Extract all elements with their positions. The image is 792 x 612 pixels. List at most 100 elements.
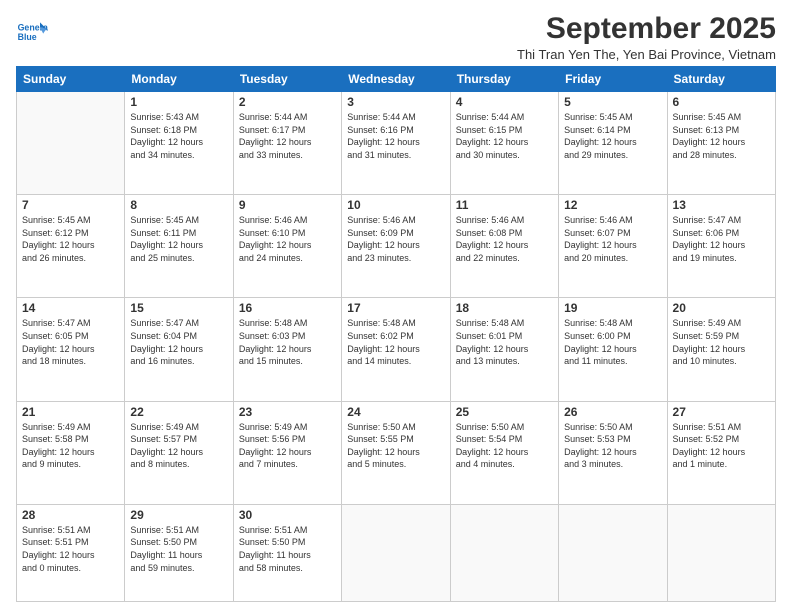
calendar-body: 1 Sunrise: 5:43 AM Sunset: 6:18 PM Daylig… xyxy=(17,92,776,602)
table-row: 19 Sunrise: 5:48 AM Sunset: 6:00 PM Dayli… xyxy=(559,298,667,401)
table-row: 13 Sunrise: 5:47 AM Sunset: 6:06 PM Dayli… xyxy=(667,195,775,298)
day-info: Sunrise: 5:49 AM Sunset: 5:57 PM Dayligh… xyxy=(130,421,227,471)
day-info: Sunrise: 5:51 AM Sunset: 5:51 PM Dayligh… xyxy=(22,524,119,574)
table-row: 8Sunrise: 5:45 AM Sunset: 6:11 PM Daylig… xyxy=(125,195,233,298)
day-info: Sunrise: 5:44 AM Sunset: 6:15 PM Dayligh… xyxy=(456,111,553,161)
table-row: 6 Sunrise: 5:45 AM Sunset: 6:13 PM Daylig… xyxy=(667,92,775,195)
table-row: 4 Sunrise: 5:44 AM Sunset: 6:15 PM Daylig… xyxy=(450,92,558,195)
col-monday: Monday xyxy=(125,67,233,92)
day-number: 19 xyxy=(564,301,661,315)
table-row: 9Sunrise: 5:46 AM Sunset: 6:10 PM Daylig… xyxy=(233,195,341,298)
location-subtitle: Thi Tran Yen The, Yen Bai Province, Viet… xyxy=(517,47,776,62)
table-row: 20 Sunrise: 5:49 AM Sunset: 5:59 PM Dayli… xyxy=(667,298,775,401)
header: General Blue September 2025 Thi Tran Yen… xyxy=(16,12,776,62)
day-number: 21 xyxy=(22,405,119,419)
day-info: Sunrise: 5:45 AM Sunset: 6:11 PM Dayligh… xyxy=(130,214,227,264)
day-info: Sunrise: 5:51 AM Sunset: 5:50 PM Dayligh… xyxy=(239,524,336,574)
table-row: 2Sunrise: 5:44 AM Sunset: 6:17 PM Daylig… xyxy=(233,92,341,195)
day-info: Sunrise: 5:51 AM Sunset: 5:50 PM Dayligh… xyxy=(130,524,227,574)
table-row: 12 Sunrise: 5:46 AM Sunset: 6:07 PM Dayli… xyxy=(559,195,667,298)
day-info: Sunrise: 5:51 AM Sunset: 5:52 PM Dayligh… xyxy=(673,421,770,471)
day-info: Sunrise: 5:43 AM Sunset: 6:18 PM Dayligh… xyxy=(130,111,227,161)
table-row xyxy=(559,504,667,601)
day-number: 12 xyxy=(564,198,661,212)
day-info: Sunrise: 5:48 AM Sunset: 6:02 PM Dayligh… xyxy=(347,317,444,367)
day-number: 7 xyxy=(22,198,119,212)
title-block: September 2025 Thi Tran Yen The, Yen Bai… xyxy=(517,12,776,62)
day-number: 13 xyxy=(673,198,770,212)
table-row: 17Sunrise: 5:48 AM Sunset: 6:02 PM Dayli… xyxy=(342,298,450,401)
table-row: 22 Sunrise: 5:49 AM Sunset: 5:57 PM Dayli… xyxy=(125,401,233,504)
col-wednesday: Wednesday xyxy=(342,67,450,92)
table-row: 21 Sunrise: 5:49 AM Sunset: 5:58 PM Dayli… xyxy=(17,401,125,504)
day-info: Sunrise: 5:47 AM Sunset: 6:06 PM Dayligh… xyxy=(673,214,770,264)
day-number: 1 xyxy=(130,95,227,109)
day-info: Sunrise: 5:45 AM Sunset: 6:13 PM Dayligh… xyxy=(673,111,770,161)
day-info: Sunrise: 5:47 AM Sunset: 6:05 PM Dayligh… xyxy=(22,317,119,367)
logo-icon: General Blue xyxy=(16,16,48,48)
col-saturday: Saturday xyxy=(667,67,775,92)
day-number: 30 xyxy=(239,508,336,522)
table-row xyxy=(667,504,775,601)
day-number: 25 xyxy=(456,405,553,419)
day-info: Sunrise: 5:49 AM Sunset: 5:56 PM Dayligh… xyxy=(239,421,336,471)
table-row: 26 Sunrise: 5:50 AM Sunset: 5:53 PM Dayli… xyxy=(559,401,667,504)
day-info: Sunrise: 5:48 AM Sunset: 6:00 PM Dayligh… xyxy=(564,317,661,367)
day-number: 27 xyxy=(673,405,770,419)
day-number: 4 xyxy=(456,95,553,109)
day-number: 18 xyxy=(456,301,553,315)
table-row: 7 Sunrise: 5:45 AM Sunset: 6:12 PM Daylig… xyxy=(17,195,125,298)
day-info: Sunrise: 5:48 AM Sunset: 6:01 PM Dayligh… xyxy=(456,317,553,367)
day-info: Sunrise: 5:47 AM Sunset: 6:04 PM Dayligh… xyxy=(130,317,227,367)
svg-text:Blue: Blue xyxy=(18,32,37,42)
day-info: Sunrise: 5:46 AM Sunset: 6:07 PM Dayligh… xyxy=(564,214,661,264)
table-row: 10 Sunrise: 5:46 AM Sunset: 6:09 PM Dayli… xyxy=(342,195,450,298)
day-info: Sunrise: 5:49 AM Sunset: 5:58 PM Dayligh… xyxy=(22,421,119,471)
table-row: 5Sunrise: 5:45 AM Sunset: 6:14 PM Daylig… xyxy=(559,92,667,195)
table-row xyxy=(17,92,125,195)
day-number: 6 xyxy=(673,95,770,109)
col-tuesday: Tuesday xyxy=(233,67,341,92)
table-row: 11Sunrise: 5:46 AM Sunset: 6:08 PM Dayli… xyxy=(450,195,558,298)
day-number: 22 xyxy=(130,405,227,419)
table-row: 27 Sunrise: 5:51 AM Sunset: 5:52 PM Dayli… xyxy=(667,401,775,504)
day-info: Sunrise: 5:50 AM Sunset: 5:54 PM Dayligh… xyxy=(456,421,553,471)
day-info: Sunrise: 5:46 AM Sunset: 6:10 PM Dayligh… xyxy=(239,214,336,264)
day-number: 15 xyxy=(130,301,227,315)
day-number: 29 xyxy=(130,508,227,522)
day-number: 16 xyxy=(239,301,336,315)
day-info: Sunrise: 5:49 AM Sunset: 5:59 PM Dayligh… xyxy=(673,317,770,367)
day-info: Sunrise: 5:44 AM Sunset: 6:17 PM Dayligh… xyxy=(239,111,336,161)
day-number: 14 xyxy=(22,301,119,315)
table-row: 16 Sunrise: 5:48 AM Sunset: 6:03 PM Dayli… xyxy=(233,298,341,401)
day-number: 24 xyxy=(347,405,444,419)
header-row: Sunday Monday Tuesday Wednesday Thursday… xyxy=(17,67,776,92)
calendar-table: Sunday Monday Tuesday Wednesday Thursday… xyxy=(16,66,776,602)
table-row: 18 Sunrise: 5:48 AM Sunset: 6:01 PM Dayli… xyxy=(450,298,558,401)
day-info: Sunrise: 5:50 AM Sunset: 5:53 PM Dayligh… xyxy=(564,421,661,471)
table-row: 23 Sunrise: 5:49 AM Sunset: 5:56 PM Dayli… xyxy=(233,401,341,504)
day-info: Sunrise: 5:46 AM Sunset: 6:08 PM Dayligh… xyxy=(456,214,553,264)
day-number: 10 xyxy=(347,198,444,212)
logo: General Blue xyxy=(16,16,48,48)
col-sunday: Sunday xyxy=(17,67,125,92)
day-number: 23 xyxy=(239,405,336,419)
table-row xyxy=(450,504,558,601)
day-number: 3 xyxy=(347,95,444,109)
table-row: 14 Sunrise: 5:47 AM Sunset: 6:05 PM Dayli… xyxy=(17,298,125,401)
day-number: 28 xyxy=(22,508,119,522)
table-row: 30 Sunrise: 5:51 AM Sunset: 5:50 PM Dayli… xyxy=(233,504,341,601)
day-info: Sunrise: 5:45 AM Sunset: 6:14 PM Dayligh… xyxy=(564,111,661,161)
col-thursday: Thursday xyxy=(450,67,558,92)
table-row: 3Sunrise: 5:44 AM Sunset: 6:16 PM Daylig… xyxy=(342,92,450,195)
page: General Blue September 2025 Thi Tran Yen… xyxy=(0,0,792,612)
day-number: 26 xyxy=(564,405,661,419)
table-row: 28 Sunrise: 5:51 AM Sunset: 5:51 PM Dayli… xyxy=(17,504,125,601)
day-info: Sunrise: 5:48 AM Sunset: 6:03 PM Dayligh… xyxy=(239,317,336,367)
month-title: September 2025 xyxy=(517,12,776,45)
day-info: Sunrise: 5:46 AM Sunset: 6:09 PM Dayligh… xyxy=(347,214,444,264)
table-row: 15 Sunrise: 5:47 AM Sunset: 6:04 PM Dayli… xyxy=(125,298,233,401)
day-number: 20 xyxy=(673,301,770,315)
day-info: Sunrise: 5:45 AM Sunset: 6:12 PM Dayligh… xyxy=(22,214,119,264)
col-friday: Friday xyxy=(559,67,667,92)
